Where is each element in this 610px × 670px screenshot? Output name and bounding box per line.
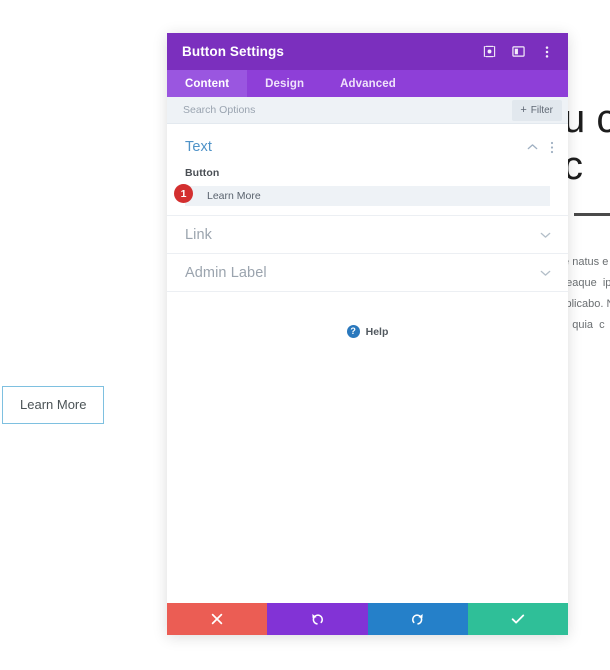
tab-content[interactable]: Content xyxy=(167,70,248,97)
cancel-button[interactable] xyxy=(167,603,268,635)
section-link-title: Link xyxy=(185,226,212,243)
layout-panel-icon[interactable] xyxy=(511,45,525,59)
section-text: Text Button 1 Learn More xyxy=(167,124,568,216)
tab-advanced[interactable]: Advanced xyxy=(322,70,414,97)
backdrop-learn-more-button[interactable]: Learn More xyxy=(2,386,105,424)
button-settings-modal: Button Settings Content Design Advanced … xyxy=(167,33,568,635)
button-text-input-wrap: 1 xyxy=(174,184,550,206)
modal-body[interactable]: Text Button 1 Learn More Link Admin Labe… xyxy=(167,124,568,603)
field-change-badge[interactable]: 1 xyxy=(174,184,193,203)
expand-icon[interactable] xyxy=(482,45,496,59)
section-text-title: Text xyxy=(185,139,212,155)
undo-button[interactable] xyxy=(267,603,368,635)
section-admin-label[interactable]: Admin Label xyxy=(167,254,568,292)
chevron-up-icon[interactable] xyxy=(527,143,538,151)
button-text-field-block: Button 1 xyxy=(167,167,568,206)
search-input[interactable] xyxy=(183,97,513,123)
modal-title: Button Settings xyxy=(182,44,284,59)
tab-design[interactable]: Design xyxy=(247,70,322,97)
section-text-icons xyxy=(527,141,554,154)
filter-button[interactable]: + Filter xyxy=(512,99,562,121)
filter-button-label: Filter xyxy=(530,104,553,116)
redo-button[interactable] xyxy=(367,603,468,635)
button-text-input[interactable] xyxy=(185,186,550,206)
section-admin-label-title: Admin Label xyxy=(185,264,267,281)
check-icon xyxy=(511,614,525,624)
modal-tabs: Content Design Advanced xyxy=(167,70,568,97)
modal-titlebar: Button Settings xyxy=(167,33,568,70)
button-text-field-label: Button xyxy=(185,167,220,179)
plus-icon: + xyxy=(520,103,527,116)
help-icon: ? xyxy=(346,325,360,338)
help-label: Help xyxy=(365,325,389,338)
kebab-menu-icon[interactable] xyxy=(540,45,554,59)
backdrop-divider xyxy=(574,213,610,216)
section-text-header[interactable]: Text xyxy=(167,124,568,167)
chevron-down-icon[interactable] xyxy=(540,269,551,277)
help-link[interactable]: ? Help xyxy=(167,292,568,338)
modal-footer xyxy=(167,603,568,635)
close-icon xyxy=(211,613,223,625)
backdrop-heading: u c c xyxy=(563,97,610,188)
modal-titlebar-icons xyxy=(482,45,554,59)
redo-icon xyxy=(411,614,423,625)
section-kebab-menu-icon[interactable] xyxy=(550,141,554,154)
modal-search-bar: + Filter xyxy=(167,97,568,124)
undo-icon xyxy=(312,614,324,625)
chevron-down-icon[interactable] xyxy=(540,231,551,239)
save-button[interactable] xyxy=(467,603,568,635)
section-link[interactable]: Link xyxy=(167,216,568,254)
